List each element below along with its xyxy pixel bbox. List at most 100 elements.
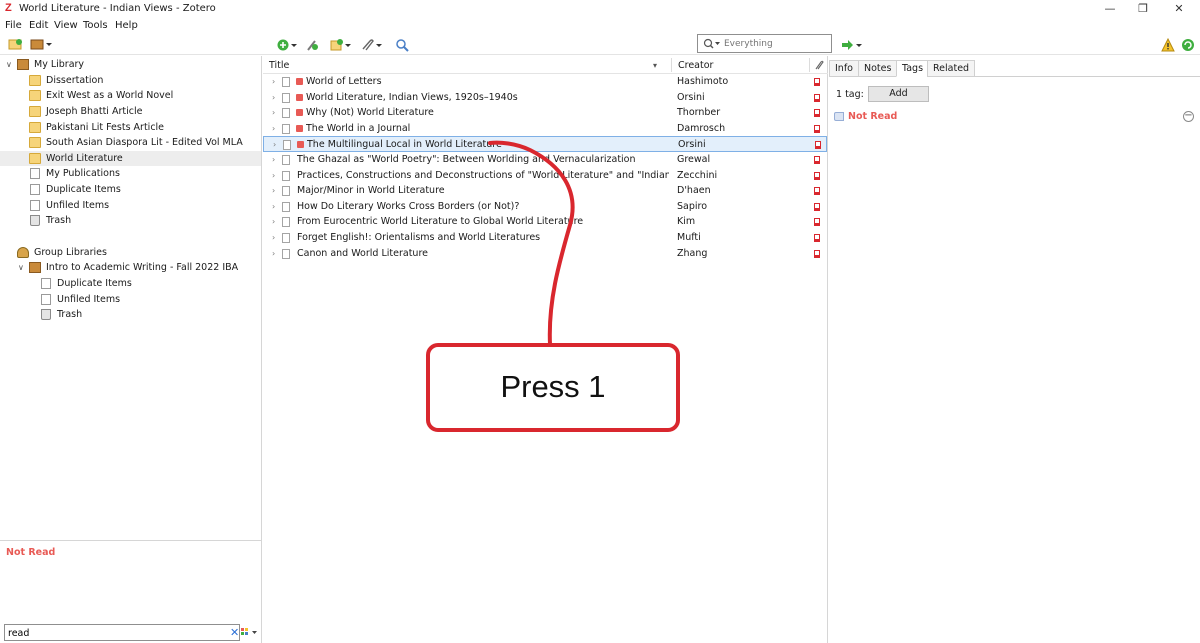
chevron-right-icon[interactable]: › (272, 230, 275, 246)
restore-button[interactable]: ❐ (1125, 0, 1161, 18)
chevron-down-icon[interactable]: ∨ (6, 57, 16, 72)
menu-file[interactable]: File (5, 20, 22, 31)
tab-tags[interactable]: Tags (896, 60, 930, 77)
title-bar: Z World Literature - Indian Views - Zote… (0, 0, 1200, 18)
menu-help[interactable]: Help (115, 20, 138, 31)
table-row[interactable]: › World Literature, Indian Views, 1920s–… (263, 90, 827, 106)
item-title: World Literature, Indian Views, 1920s–19… (306, 91, 518, 103)
column-separator[interactable] (809, 58, 810, 72)
chevron-right-icon[interactable]: › (272, 214, 275, 230)
chevron-right-icon[interactable]: › (272, 121, 275, 137)
pdf-icon[interactable] (814, 234, 820, 242)
collection-my-publications[interactable]: My Publications (0, 166, 261, 181)
tag-filter-input[interactable] (8, 627, 218, 639)
table-row[interactable]: › The World in a Journal Damrosch (263, 121, 827, 137)
menu-view[interactable]: View (54, 20, 78, 31)
pdf-icon[interactable] (814, 78, 820, 86)
tree-group-libraries[interactable]: Group Libraries (0, 245, 261, 260)
new-collection-icon[interactable] (8, 38, 22, 52)
table-row[interactable]: › From Eurocentric World Literature to G… (263, 214, 827, 230)
items-search[interactable] (697, 34, 832, 53)
pdf-icon[interactable] (814, 93, 820, 102)
clear-icon[interactable]: ✕ (230, 626, 239, 639)
chevron-right-icon[interactable]: › (273, 137, 276, 153)
table-row[interactable]: › The Ghazal as "World Poetry": Between … (263, 152, 827, 168)
collection-exit-west[interactable]: Exit West as a World Novel (0, 88, 261, 103)
table-row[interactable]: › World of Letters Hashimoto (263, 74, 827, 90)
table-row[interactable]: › How Do Literary Works Cross Borders (o… (263, 199, 827, 215)
collection-world-literature[interactable]: World Literature (0, 151, 261, 166)
pdf-icon[interactable] (814, 124, 820, 133)
pdf-icon[interactable] (815, 141, 821, 150)
tab-notes[interactable]: Notes (858, 60, 898, 77)
new-library-icon[interactable] (30, 38, 52, 52)
chevron-right-icon[interactable]: › (272, 74, 275, 90)
pdf-icon[interactable] (814, 187, 820, 196)
sync-error-icon[interactable] (1161, 37, 1175, 52)
chevron-down-icon[interactable]: ∨ (18, 260, 28, 275)
pdf-icon[interactable] (814, 218, 820, 227)
tag-selector-tag[interactable]: Not Read (6, 547, 55, 558)
collection-pakistani-lit-fests[interactable]: Pakistani Lit Fests Article (0, 120, 261, 135)
advanced-search-icon[interactable] (395, 38, 409, 52)
sync-icon[interactable] (1181, 38, 1195, 52)
new-item-icon[interactable] (276, 38, 298, 52)
group-trash[interactable]: Trash (0, 307, 261, 322)
attachment-column-icon[interactable] (814, 59, 824, 74)
table-row[interactable]: › Forget English!: Orientalisms and Worl… (263, 230, 827, 246)
window-title: World Literature - Indian Views - Zotero (19, 3, 216, 14)
group-unfiled-items[interactable]: Unfiled Items (0, 292, 261, 307)
pdf-icon[interactable] (814, 156, 820, 164)
pdf-icon[interactable] (814, 171, 820, 180)
collection-duplicate-items[interactable]: Duplicate Items (0, 182, 261, 197)
chevron-right-icon[interactable]: › (272, 168, 275, 184)
tree-my-library[interactable]: ∨ My Library (0, 57, 261, 72)
chevron-right-icon[interactable]: › (272, 199, 275, 215)
collection-dissertation[interactable]: Dissertation (0, 73, 261, 88)
collection-unfiled-items[interactable]: Unfiled Items (0, 198, 261, 213)
menu-tools[interactable]: Tools (83, 20, 108, 31)
new-note-icon[interactable] (330, 38, 352, 52)
sort-chevron-icon[interactable]: ▾ (653, 61, 657, 70)
item-title: Why (Not) World Literature (306, 107, 434, 119)
table-row[interactable]: › Canon and World Literature Zhang (263, 246, 827, 262)
column-creator[interactable]: Creator (678, 58, 713, 74)
tag-filter-box[interactable]: ✕ (4, 624, 240, 641)
chevron-right-icon[interactable]: › (272, 105, 275, 121)
table-row[interactable]: › Major/Minor in World Literature D'haen (263, 183, 827, 199)
column-title[interactable]: Title (269, 58, 289, 74)
folder-icon (29, 106, 41, 117)
group-duplicate-items[interactable]: Duplicate Items (0, 276, 261, 291)
tag-selector-menu-button[interactable] (241, 627, 259, 639)
add-by-identifier-icon[interactable] (305, 38, 319, 52)
search-input[interactable] (724, 37, 824, 50)
pdf-icon[interactable] (814, 109, 820, 118)
pdf-icon[interactable] (814, 202, 820, 211)
item-title: The World in a Journal (306, 122, 411, 134)
collection-joseph-bhatti[interactable]: Joseph Bhatti Article (0, 104, 261, 119)
menu-edit[interactable]: Edit (29, 20, 48, 31)
table-row-selected[interactable]: › The Multilingual Local in World Litera… (263, 136, 827, 152)
remove-tag-icon[interactable]: − (1183, 111, 1194, 122)
document-icon (282, 77, 290, 87)
tag-entry[interactable]: Not Read (848, 111, 897, 122)
tab-related[interactable]: Related (927, 60, 976, 77)
table-row[interactable]: › Why (Not) World Literature Thornber (263, 105, 827, 121)
pdf-icon[interactable] (814, 249, 820, 258)
chevron-right-icon[interactable]: › (272, 152, 275, 168)
locate-icon[interactable] (841, 38, 863, 52)
add-attachment-icon[interactable] (360, 38, 384, 52)
collection-trash[interactable]: Trash (0, 213, 261, 228)
table-row[interactable]: › Practices, Constructions and Deconstru… (263, 168, 827, 184)
chevron-right-icon[interactable]: › (272, 90, 275, 106)
chevron-right-icon[interactable]: › (272, 183, 275, 199)
item-creator: Damrosch (677, 122, 726, 134)
collection-south-asian-diaspora[interactable]: South Asian Diaspora Lit - Edited Vol ML… (0, 135, 261, 150)
add-tag-button[interactable]: Add (868, 86, 929, 102)
group-intro-academic-writing[interactable]: ∨ Intro to Academic Writing - Fall 2022 … (0, 260, 261, 275)
tab-info[interactable]: Info (829, 60, 859, 77)
minimize-button[interactable]: — (1092, 0, 1128, 18)
column-separator[interactable] (671, 58, 672, 72)
chevron-right-icon[interactable]: › (272, 246, 275, 262)
close-button[interactable]: ✕ (1161, 0, 1197, 18)
